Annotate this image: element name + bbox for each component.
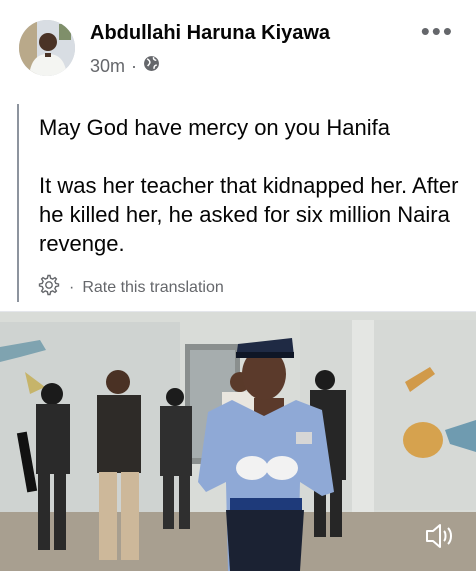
rate-translation-link[interactable]: Rate this translation <box>82 279 223 297</box>
post-text-line-2: It was her teacher that kidnapped her. A… <box>39 173 459 256</box>
video-frame <box>0 312 476 571</box>
meta-separator: · <box>131 55 138 76</box>
post-meta: 30m · <box>90 55 160 77</box>
more-options-icon[interactable]: ••• <box>421 18 454 44</box>
avatar-image <box>19 20 75 76</box>
post-author[interactable]: Abdullahi Haruna Kiyawa <box>90 22 330 45</box>
avatar[interactable] <box>19 20 75 76</box>
translation-rating-row: · Rate this translation <box>37 273 224 302</box>
post-header: Abdullahi Haruna Kiyawa 30m · ••• <box>0 0 476 100</box>
post-text-line-1: May God have mercy on you Hanifa <box>39 115 390 140</box>
post-video[interactable] <box>0 312 476 571</box>
gear-icon[interactable] <box>37 273 61 302</box>
speaker-muted-icon[interactable] <box>422 519 456 553</box>
post-timestamp[interactable]: 30m <box>90 56 125 77</box>
rating-separator: · <box>69 278 75 296</box>
translation-indicator-bar <box>17 104 19 302</box>
globe-icon <box>143 55 160 77</box>
post-text: May God have mercy on you Hanifa It was … <box>39 113 459 258</box>
